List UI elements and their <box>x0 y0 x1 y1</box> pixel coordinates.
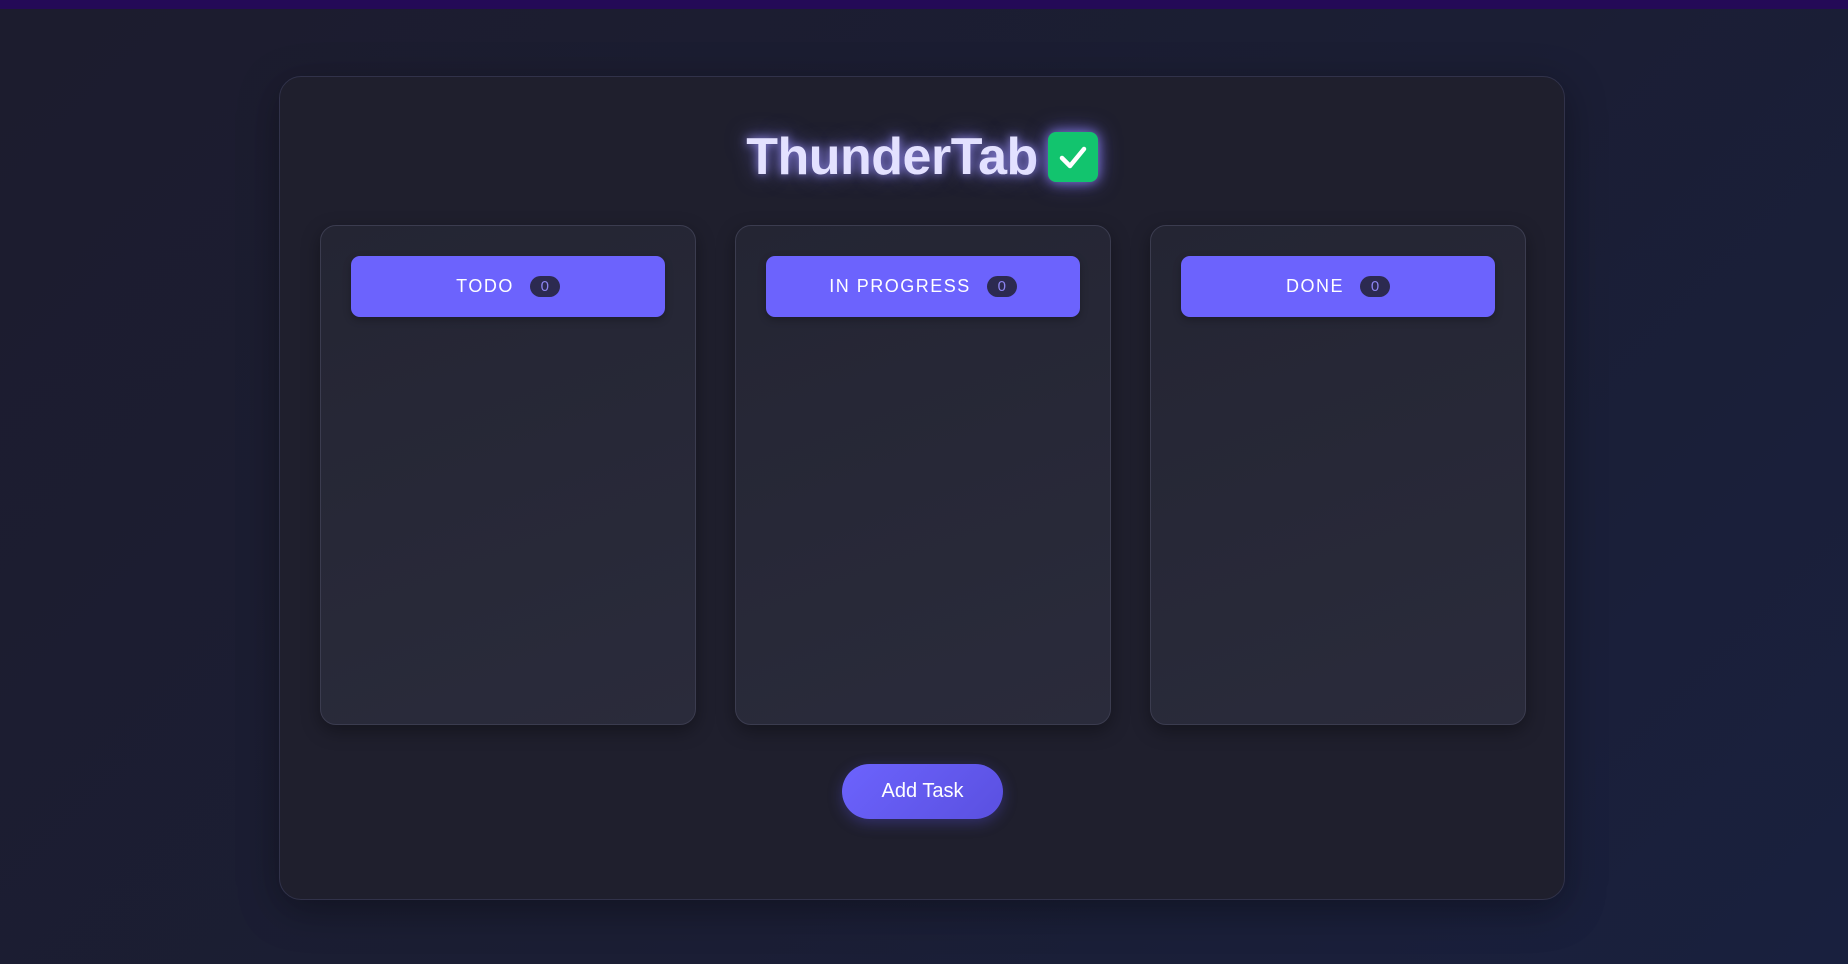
column-title: IN PROGRESS <box>829 276 971 296</box>
check-mark-icon <box>1047 132 1098 182</box>
check-mark-glyph <box>1059 146 1087 169</box>
task-count-badge: 0 <box>1360 276 1390 297</box>
app-title: ThunderTab <box>746 128 1038 186</box>
column-header-in-progress: IN PROGRESS 0 <box>766 256 1080 317</box>
task-count-badge: 0 <box>986 276 1017 297</box>
task-count-badge: 0 <box>529 276 560 297</box>
column-title: DONE <box>1285 276 1344 296</box>
add-task-button[interactable]: Add Task <box>842 764 1003 819</box>
column-header-todo: TODO 0 <box>351 256 665 317</box>
column-done[interactable]: DONE 0 <box>1150 225 1526 725</box>
column-header-done: DONE 0 <box>1181 256 1495 317</box>
top-strip <box>0 0 1848 9</box>
column-in-progress[interactable]: IN PROGRESS 0 <box>735 225 1111 725</box>
column-todo[interactable]: TODO 0 <box>320 225 696 725</box>
app-header: ThunderTab <box>280 125 1564 189</box>
column-title: TODO <box>456 276 514 296</box>
kanban-board: ThunderTab TODO 0 IN PROGRESS 0 DONE 0 A… <box>279 76 1565 900</box>
